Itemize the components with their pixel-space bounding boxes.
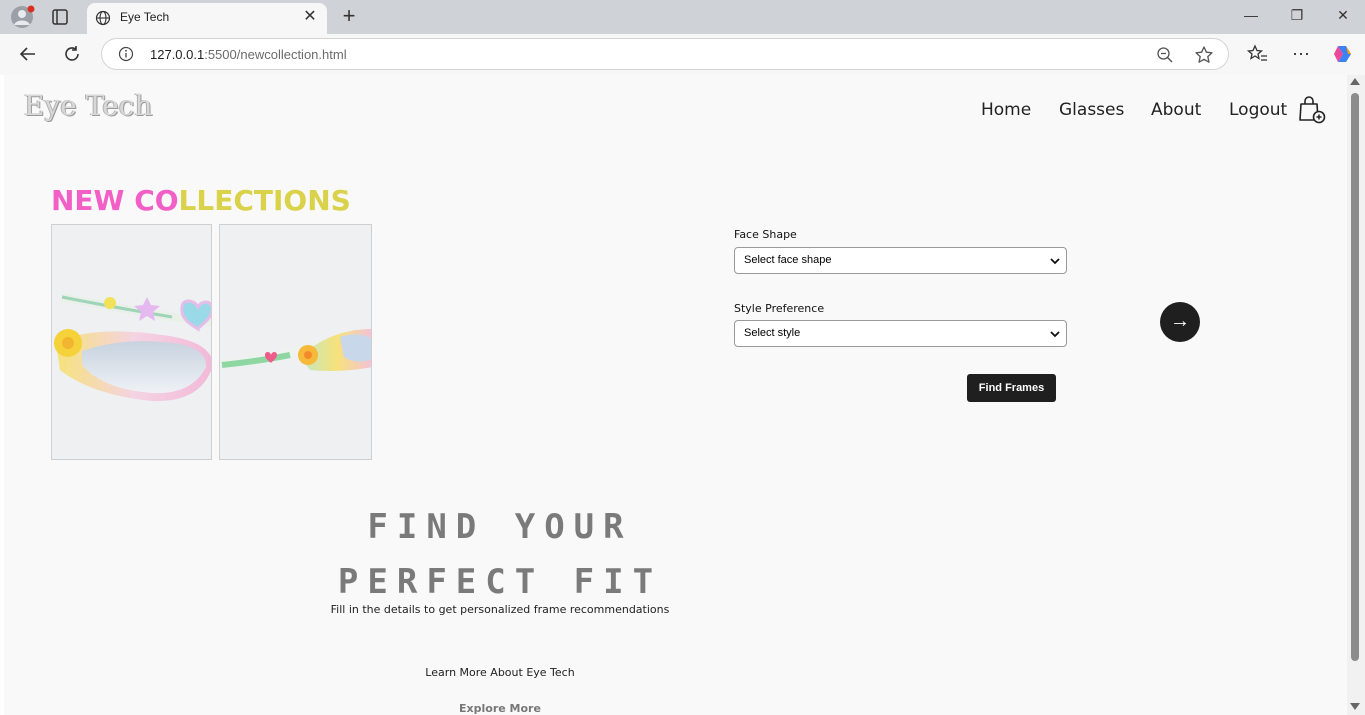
- site-info-icon[interactable]: [118, 46, 134, 62]
- reload-icon[interactable]: [61, 43, 83, 65]
- site-logo[interactable]: Eye Tech: [24, 89, 153, 122]
- face-shape-value: Select face shape: [744, 254, 832, 266]
- face-shape-select[interactable]: Select face shape: [734, 247, 1067, 274]
- nav-about[interactable]: About: [1151, 100, 1201, 120]
- nav-glasses[interactable]: Glasses: [1059, 100, 1124, 120]
- product-card-1[interactable]: [51, 224, 212, 460]
- browser-tab-bar: Eye Tech ✕ + — ❐ ✕: [0, 0, 1365, 34]
- title-pink-part: NEW CO: [51, 184, 179, 217]
- next-arrow-button[interactable]: →: [1160, 302, 1200, 342]
- hero-title: FIND YOUR PERFECT FIT: [300, 500, 700, 610]
- style-preference-select[interactable]: Select style: [734, 320, 1067, 347]
- scroll-up-icon[interactable]: [1350, 78, 1360, 85]
- chevron-down-icon: [1050, 329, 1060, 339]
- tab-title: Eye Tech: [120, 10, 170, 24]
- close-tab-icon[interactable]: ✕: [301, 8, 319, 26]
- copilot-icon[interactable]: [1332, 43, 1354, 65]
- product-card-2[interactable]: [219, 224, 372, 460]
- new-tab-icon[interactable]: +: [338, 5, 360, 27]
- find-frames-button[interactable]: Find Frames: [967, 374, 1056, 402]
- minimize-icon[interactable]: —: [1240, 7, 1262, 27]
- url-text: 127.0.0.1:5500/newcollection.html: [150, 47, 347, 62]
- more-menu-icon[interactable]: ⋯: [1290, 43, 1312, 65]
- favorite-star-icon[interactable]: [1194, 45, 1214, 65]
- browser-tab[interactable]: Eye Tech ✕: [87, 3, 327, 34]
- globe-icon: [95, 10, 111, 26]
- style-preference-value: Select style: [744, 327, 801, 339]
- learn-more-link[interactable]: Learn More About Eye Tech: [300, 666, 700, 679]
- url-host: 127.0.0.1: [150, 47, 205, 62]
- shopping-bag-icon[interactable]: [1297, 95, 1327, 125]
- restore-icon[interactable]: ❐: [1286, 7, 1308, 27]
- face-shape-label: Face Shape: [734, 228, 797, 241]
- hero-subtitle: Fill in the details to get personalized …: [330, 603, 670, 616]
- hero-title-line-1: FIND YOUR: [367, 507, 633, 547]
- address-bar[interactable]: 127.0.0.1:5500/newcollection.html: [101, 38, 1229, 70]
- window-close-icon[interactable]: ✕: [1332, 7, 1354, 27]
- hero-title-line-2: PERFECT FIT: [337, 562, 663, 602]
- scrollbar-thumb[interactable]: [1351, 93, 1359, 661]
- tab-actions-icon[interactable]: [50, 7, 70, 27]
- title-yellow-part: LLECTIONS: [178, 184, 351, 217]
- page-scrollbar[interactable]: [1347, 75, 1365, 715]
- favorites-list-icon[interactable]: [1246, 43, 1269, 65]
- page-viewport: Eye Tech Home Glasses About Logout NEW C…: [4, 75, 1347, 715]
- explore-more-link[interactable]: Explore More: [300, 702, 700, 715]
- style-preference-label: Style Preference: [734, 302, 825, 315]
- zoom-out-icon[interactable]: [1156, 46, 1174, 64]
- scroll-down-icon[interactable]: [1350, 703, 1360, 710]
- arrow-right-icon: →: [1170, 310, 1190, 332]
- sunglasses-front-image: [54, 293, 211, 402]
- nav-home[interactable]: Home: [981, 100, 1031, 120]
- browser-toolbar: 127.0.0.1:5500/newcollection.html ⋯: [0, 34, 1365, 75]
- nav-logout[interactable]: Logout: [1229, 100, 1287, 120]
- url-path: :5500/newcollection.html: [204, 47, 347, 62]
- back-arrow-icon[interactable]: [17, 43, 39, 65]
- new-collections-title: NEW COLLECTIONS: [51, 184, 351, 217]
- chevron-down-icon: [1050, 256, 1060, 266]
- sunglasses-side-image: [221, 329, 371, 371]
- profile-avatar-icon[interactable]: [8, 4, 36, 30]
